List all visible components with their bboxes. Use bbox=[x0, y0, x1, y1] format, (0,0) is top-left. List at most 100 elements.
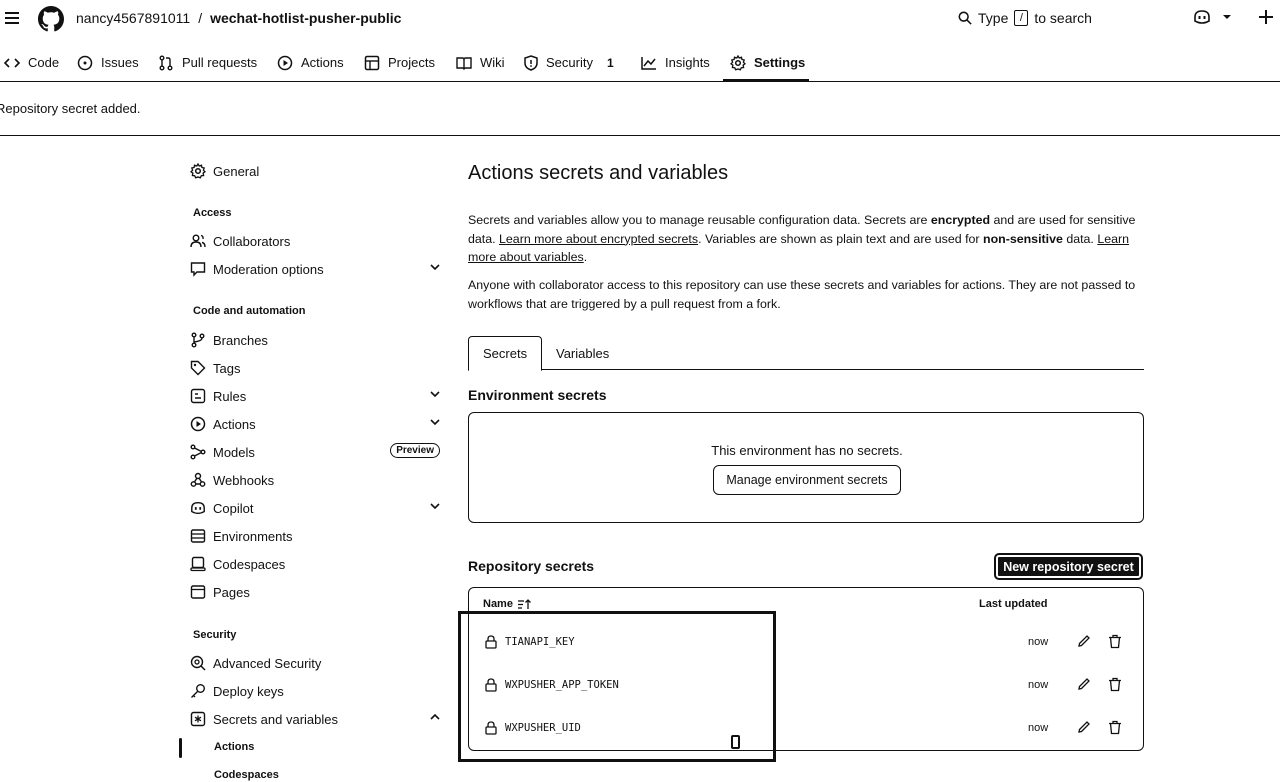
page-title: Actions secrets and variables bbox=[468, 162, 729, 184]
tab-actions-label: Actions bbox=[301, 55, 344, 70]
tab-code[interactable]: Code bbox=[4, 44, 59, 81]
rules-icon bbox=[190, 388, 206, 404]
branch-icon bbox=[190, 332, 206, 348]
sidebar-item-tags[interactable]: Tags bbox=[190, 356, 442, 380]
tab-secrets[interactable]: Secrets bbox=[468, 336, 543, 371]
tab-settings[interactable]: Settings bbox=[730, 44, 805, 81]
sidebar-item-environments[interactable]: Environments bbox=[190, 524, 442, 548]
sidebar-item-secrets-variables[interactable]: Secrets and variables bbox=[190, 707, 442, 731]
sidebar-item-models[interactable]: Models Preview bbox=[190, 440, 442, 464]
trash-icon[interactable] bbox=[1108, 634, 1122, 649]
copilot-menu-button[interactable] bbox=[1193, 9, 1231, 25]
sidebar-item-label: Moderation options bbox=[213, 261, 324, 277]
gear-icon bbox=[190, 163, 206, 179]
sidebar-item-pages[interactable]: Pages bbox=[190, 580, 442, 604]
trash-icon[interactable] bbox=[1108, 720, 1122, 735]
sidebar-item-moderation[interactable]: Moderation options bbox=[190, 257, 442, 281]
name-column-header[interactable]: Name bbox=[483, 598, 531, 610]
sidebar-item-advanced-security[interactable]: Advanced Security bbox=[190, 651, 442, 675]
sidebar-heading-code-automation: Code and automation bbox=[193, 305, 306, 317]
comment-icon bbox=[190, 261, 206, 277]
text-cursor-icon bbox=[731, 735, 740, 749]
trash-icon[interactable] bbox=[1108, 677, 1122, 692]
play-icon bbox=[190, 416, 206, 432]
sidebar-item-deploy-keys[interactable]: Deploy keys bbox=[190, 679, 442, 703]
sidebar-subitem-codespaces[interactable]: Codespaces bbox=[214, 769, 279, 781]
repo-link[interactable]: wechat-hotlist-pusher-public bbox=[210, 10, 401, 26]
tag-icon bbox=[190, 360, 206, 376]
sidebar-item-label: Environments bbox=[213, 528, 293, 544]
secrets-variables-tabs: Secrets Variables bbox=[468, 336, 1144, 371]
tab-insights[interactable]: Insights bbox=[641, 44, 710, 81]
sidebar-heading-security: Security bbox=[193, 629, 237, 641]
sidebar-item-general[interactable]: General bbox=[190, 159, 442, 183]
tab-security[interactable]: Security 1 bbox=[524, 44, 614, 81]
chevron-down-icon bbox=[430, 389, 440, 399]
pencil-icon[interactable] bbox=[1077, 720, 1091, 734]
sidebar-item-branches[interactable]: Branches bbox=[190, 328, 442, 352]
annotation-highlight-box bbox=[458, 611, 776, 762]
graph-icon bbox=[641, 56, 657, 70]
tab-actions[interactable]: Actions bbox=[277, 44, 344, 81]
sidebar-item-copilot[interactable]: Copilot bbox=[190, 496, 442, 520]
access-note: Anyone with collaborator access to this … bbox=[468, 278, 1136, 311]
tab-issues[interactable]: Issues bbox=[77, 44, 139, 81]
browser-icon bbox=[190, 584, 206, 600]
secret-updated: now bbox=[1028, 679, 1049, 691]
sidebar-item-label: Collaborators bbox=[213, 233, 291, 249]
app-header: nancy4567891011 / wechat-hotlist-pusher-… bbox=[0, 0, 1280, 38]
codespaces-icon bbox=[190, 556, 206, 572]
tab-projects[interactable]: Projects bbox=[364, 44, 435, 81]
sidebar-item-label: Codespaces bbox=[213, 556, 286, 572]
empty-state-message: This environment has no secrets. bbox=[711, 443, 903, 458]
codescan-icon bbox=[190, 655, 206, 671]
secret-updated: now bbox=[1028, 636, 1049, 648]
description-emphasis: non-sensitive bbox=[983, 231, 1063, 246]
last-updated-column-header: Last updated bbox=[979, 598, 1048, 610]
pencil-icon[interactable] bbox=[1077, 634, 1091, 648]
github-logo-icon[interactable] bbox=[38, 6, 64, 32]
manage-environment-secrets-button[interactable]: Manage environment secrets bbox=[713, 465, 901, 495]
sidebar-item-label: Copilot bbox=[213, 500, 254, 516]
sidebar-item-label: Tags bbox=[213, 360, 241, 376]
search-label-suffix: to search bbox=[1034, 10, 1092, 26]
search-input[interactable]: Type / to search bbox=[958, 10, 1092, 26]
name-column-label: Name bbox=[483, 598, 513, 610]
chevron-down-icon bbox=[430, 417, 440, 427]
sidebar-subitem-actions[interactable]: Actions bbox=[214, 741, 254, 753]
sidebar-item-rules[interactable]: Rules bbox=[190, 384, 442, 408]
book-icon bbox=[456, 56, 472, 70]
sidebar-item-label: Actions bbox=[213, 416, 256, 432]
sidebar-heading-access: Access bbox=[193, 207, 232, 219]
sidebar-item-webhooks[interactable]: Webhooks bbox=[190, 468, 442, 492]
owner-link[interactable]: nancy4567891011 bbox=[76, 10, 190, 26]
menu-icon[interactable] bbox=[4, 10, 20, 26]
tab-insights-label: Insights bbox=[665, 55, 710, 70]
tab-security-label: Security bbox=[546, 55, 593, 70]
tab-pull-requests[interactable]: Pull requests bbox=[158, 44, 257, 81]
key-icon bbox=[190, 683, 206, 699]
description-text: . Variables are shown as plain text and … bbox=[698, 231, 983, 246]
sidebar-item-collaborators[interactable]: Collaborators bbox=[190, 229, 442, 253]
new-repository-secret-button[interactable]: New repository secret bbox=[994, 553, 1143, 580]
preview-badge: Preview bbox=[390, 443, 440, 458]
sidebar-item-actions[interactable]: Actions bbox=[190, 412, 442, 436]
create-new-button[interactable] bbox=[1258, 9, 1274, 25]
webhook-icon bbox=[190, 472, 206, 488]
shield-icon bbox=[524, 54, 538, 71]
tab-projects-label: Projects bbox=[388, 55, 435, 70]
sidebar-item-codespaces[interactable]: Codespaces bbox=[190, 552, 442, 576]
breadcrumb-separator: / bbox=[198, 10, 203, 26]
sidebar-item-label: Webhooks bbox=[213, 472, 275, 488]
pull-request-icon bbox=[158, 55, 174, 71]
secret-updated: now bbox=[1028, 722, 1049, 734]
pencil-icon[interactable] bbox=[1077, 677, 1091, 691]
server-icon bbox=[190, 528, 206, 544]
asterisk-box-icon bbox=[190, 711, 206, 727]
tab-wiki[interactable]: Wiki bbox=[456, 44, 505, 81]
play-icon bbox=[277, 55, 293, 71]
learn-more-secrets-link[interactable]: Learn more about encrypted secrets bbox=[499, 232, 698, 246]
sidebar-item-label: Pages bbox=[213, 584, 250, 600]
copilot-icon bbox=[190, 500, 206, 516]
tab-variables[interactable]: Variables bbox=[542, 336, 623, 370]
